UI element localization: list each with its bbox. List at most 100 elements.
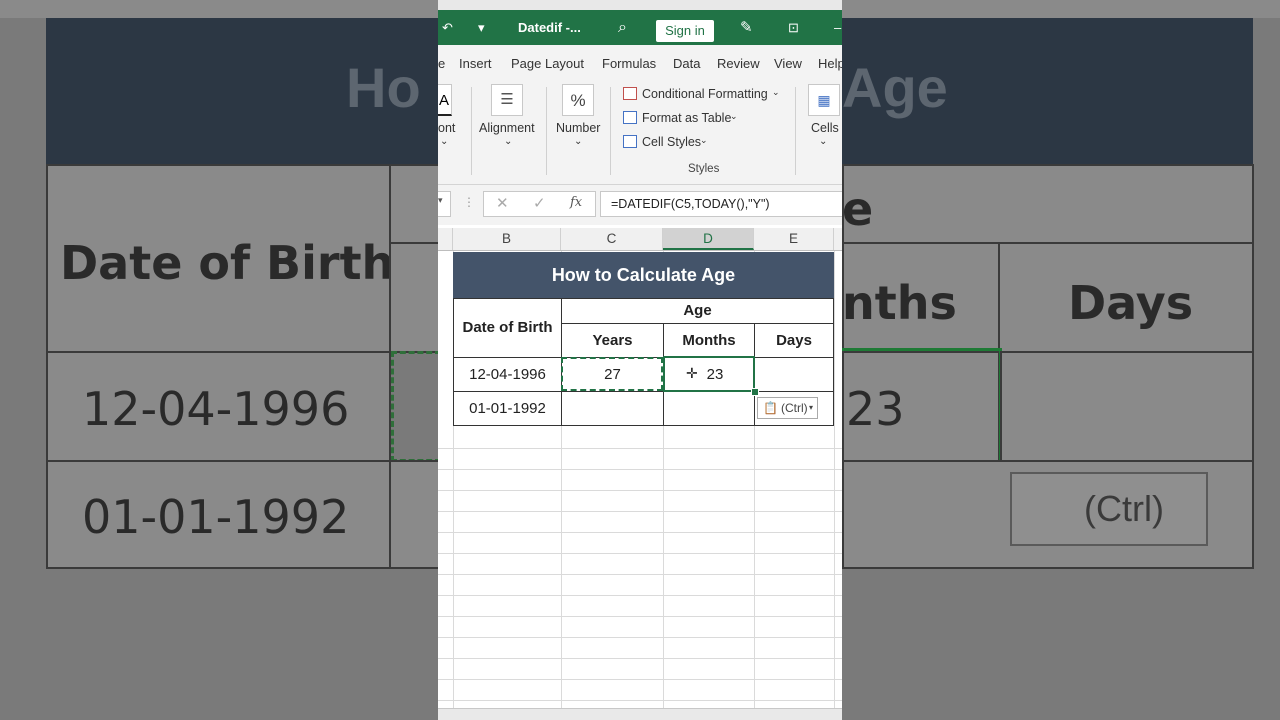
header-date-of-birth[interactable]: Date of Birth xyxy=(453,298,562,358)
bg-dob-1-text: 12-04-1996 xyxy=(82,382,350,436)
sheet-tabs-bar xyxy=(438,708,842,720)
bg-cell-days-1 xyxy=(1000,351,1254,462)
gridline xyxy=(834,251,835,720)
format-as-table-icon xyxy=(623,111,637,124)
header-years[interactable]: Years xyxy=(561,323,664,358)
cells-dropdown-icon[interactable]: ⌄ xyxy=(819,136,827,147)
alignment-dropdown-icon[interactable]: ⌄ xyxy=(504,136,512,147)
cell-dob-1[interactable]: 12-04-1996 xyxy=(453,357,562,392)
ribbon-separator xyxy=(610,87,611,175)
conditional-formatting-icon xyxy=(623,87,637,100)
copy-marquee xyxy=(561,357,663,391)
name-box[interactable]: ▾ xyxy=(438,191,451,217)
cell-months-2[interactable] xyxy=(663,391,755,426)
tab-page-layout[interactable]: Page Layout xyxy=(511,45,584,81)
cell-years-2[interactable] xyxy=(561,391,664,426)
number-dropdown-icon[interactable]: ⌄ xyxy=(574,136,582,147)
active-cell-selection xyxy=(663,356,755,392)
ribbon-separator xyxy=(471,87,472,175)
conditional-formatting-dropdown-icon[interactable]: ⌄ xyxy=(772,87,780,98)
column-header-c[interactable]: C xyxy=(561,228,663,250)
gridline xyxy=(438,532,842,533)
ribbon-display-icon[interactable]: ⊡ xyxy=(788,10,799,45)
tab-data[interactable]: Data xyxy=(673,45,700,81)
bg-cell-c-mid xyxy=(389,242,441,353)
gridline xyxy=(438,700,842,701)
insert-function-button[interactable]: fx xyxy=(570,195,582,210)
column-headers: B C D E xyxy=(438,228,842,251)
paste-options-label: (Ctrl) xyxy=(781,401,808,415)
bg-cell-c-bottom xyxy=(389,460,441,569)
alignment-button[interactable]: Alignment xyxy=(479,121,535,135)
cells-icon[interactable]: ▦ xyxy=(808,84,840,116)
ribbon-separator xyxy=(795,87,796,175)
font-group-label[interactable]: ont xyxy=(438,121,455,135)
bg-dob-2-text: 01-01-1992 xyxy=(82,490,350,544)
header-months[interactable]: Months xyxy=(663,323,755,358)
cell-styles-button[interactable]: Cell Styles xyxy=(642,135,701,149)
spreadsheet-grid[interactable]: How to Calculate Age Date of Birth Age Y… xyxy=(438,251,842,720)
header-days[interactable]: Days xyxy=(754,323,834,358)
tab-view[interactable]: View xyxy=(774,45,802,81)
bg-days-header-text: Days xyxy=(1068,276,1194,330)
column-header-b[interactable]: B xyxy=(453,228,561,250)
paste-options-button[interactable]: 📋 (Ctrl) ▾ xyxy=(757,397,818,419)
undo-icon[interactable]: ↶ xyxy=(442,10,453,45)
cells-button[interactable]: Cells xyxy=(811,121,839,135)
format-as-table-dropdown-icon[interactable]: ⌄ xyxy=(730,111,738,122)
sheet-title[interactable]: How to Calculate Age xyxy=(453,252,834,298)
bg-age-fragment: e xyxy=(842,182,874,236)
bg-months-header-text: nths xyxy=(842,276,957,330)
designer-icon[interactable]: ✎ xyxy=(740,10,753,45)
gridline xyxy=(438,511,842,512)
formula-input[interactable]: =DATEDIF(C5,TODAY(),"Y") xyxy=(600,191,842,217)
gridline xyxy=(438,595,842,596)
quick-access-dropdown-icon[interactable]: ▾ xyxy=(478,10,485,45)
tab-help[interactable]: Help xyxy=(818,45,842,81)
bg-selection xyxy=(842,348,1002,464)
gridline xyxy=(438,679,842,680)
tab-formulas[interactable]: Formulas xyxy=(602,45,656,81)
gridline xyxy=(438,637,842,638)
tab-home[interactable]: e xyxy=(438,45,445,81)
cell-dob-2[interactable]: 01-01-1992 xyxy=(453,391,562,426)
tab-review[interactable]: Review xyxy=(717,45,760,81)
gridline xyxy=(438,574,842,575)
bg-dob-header-text: Date of Birth xyxy=(60,236,395,290)
ribbon-separator xyxy=(546,87,547,175)
column-header-e[interactable]: E xyxy=(754,228,834,250)
gridline xyxy=(438,490,842,491)
cell-styles-icon xyxy=(623,135,637,148)
font-color-icon[interactable]: A xyxy=(438,84,452,116)
enter-icon[interactable]: ✓ xyxy=(533,194,546,212)
tab-insert[interactable]: Insert xyxy=(459,45,492,81)
percent-icon[interactable]: % xyxy=(562,84,594,116)
paste-dropdown-icon: ▾ xyxy=(809,403,814,412)
bg-cell-age-right xyxy=(842,164,1254,244)
alignment-icon[interactable]: ☰ xyxy=(491,84,523,116)
cancel-icon[interactable]: ✕ xyxy=(496,194,509,212)
bg-title-text-right: Age xyxy=(842,56,948,119)
gridline xyxy=(438,616,842,617)
column-header-a[interactable] xyxy=(438,228,453,250)
format-as-table-button[interactable]: Format as Table xyxy=(642,111,731,125)
name-box-dropdown-icon[interactable]: ▾ xyxy=(438,195,443,206)
fill-handle[interactable] xyxy=(751,388,759,396)
cell-days-1[interactable] xyxy=(754,357,834,392)
conditional-formatting-button[interactable]: Conditional Formatting xyxy=(642,87,768,101)
search-icon[interactable]: ⌕ xyxy=(618,10,627,45)
formula-bar-grip-icon: ⋮ xyxy=(463,195,475,209)
minimize-icon[interactable]: – xyxy=(834,10,841,45)
header-age[interactable]: Age xyxy=(561,298,834,324)
ribbon-home: A ont ⌄ ☰ Alignment ⌄ % Number ⌄ Conditi… xyxy=(438,81,842,185)
excel-window: ↶ ▾ Datedif -... ⌕ ✎ ⊡ – Sign in e Inser… xyxy=(438,0,842,720)
title-bar: ↶ ▾ Datedif -... ⌕ ✎ ⊡ – xyxy=(438,10,842,45)
column-header-d[interactable]: D xyxy=(663,228,754,250)
formula-buttons: ✕ ✓ fx xyxy=(483,191,596,217)
sign-in-button[interactable]: Sign in xyxy=(656,20,714,42)
window-top-strip xyxy=(438,0,842,10)
ribbon-tabs: e Insert Page Layout Formulas Data Revie… xyxy=(438,45,842,81)
number-button[interactable]: Number xyxy=(556,121,600,135)
cell-styles-dropdown-icon[interactable]: ⌄ xyxy=(700,135,708,146)
font-dropdown-icon[interactable]: ⌄ xyxy=(440,136,448,147)
